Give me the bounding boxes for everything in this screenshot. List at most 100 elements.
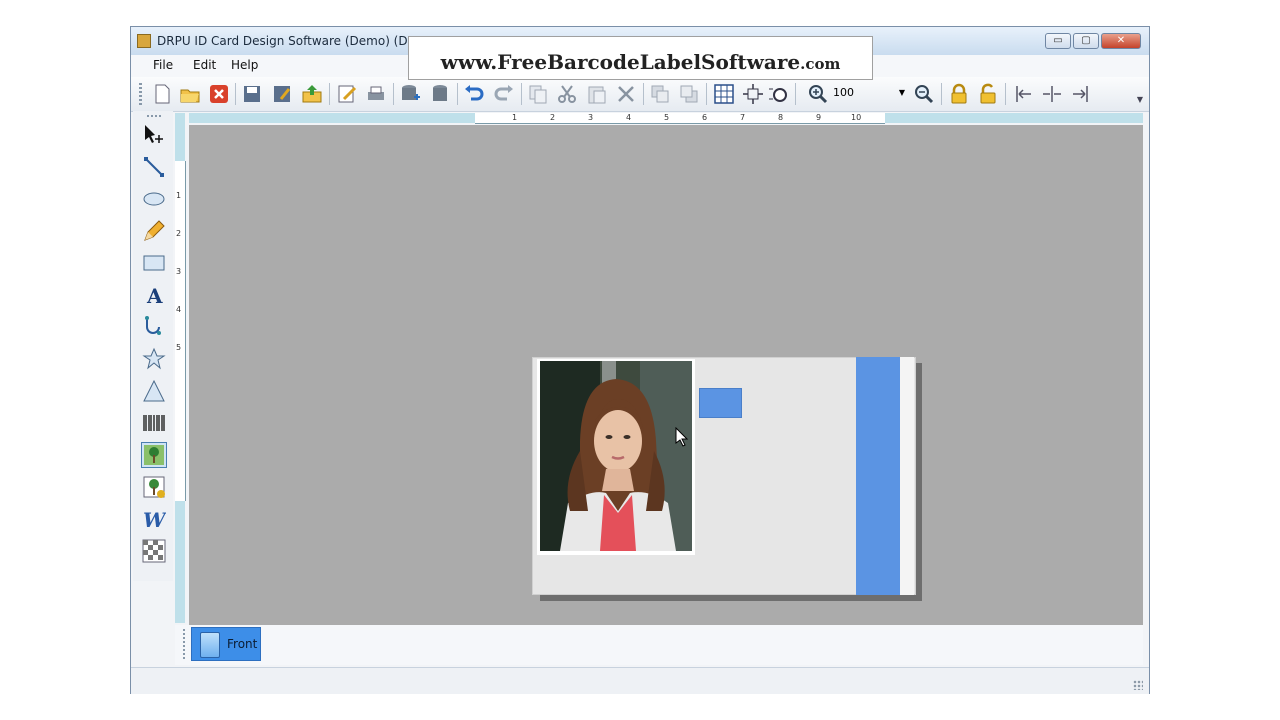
toolbar-separator bbox=[393, 83, 394, 105]
zoom-out-icon[interactable] bbox=[913, 83, 935, 105]
barcode-tool-icon[interactable] bbox=[142, 411, 166, 435]
page-tab-bar: Front bbox=[175, 625, 1143, 665]
text-tool-icon[interactable]: A bbox=[142, 283, 166, 307]
h-tick-7: 7 bbox=[740, 113, 746, 122]
toolbar-separator bbox=[795, 83, 796, 105]
menu-file[interactable]: File bbox=[153, 58, 173, 72]
svg-text:A: A bbox=[146, 284, 163, 307]
v-tick-4: 4 bbox=[176, 305, 182, 314]
database-icon[interactable] bbox=[429, 83, 451, 105]
print-icon[interactable] bbox=[365, 83, 387, 105]
banner-main-text: www.FreeBarcodeLabelSoftware bbox=[440, 50, 801, 74]
watermark-banner: www.FreeBarcodeLabelSoftware.com bbox=[408, 36, 873, 80]
pointer-tool-icon[interactable] bbox=[142, 123, 166, 147]
design-canvas[interactable] bbox=[189, 125, 1143, 625]
paste-icon[interactable] bbox=[586, 83, 608, 105]
zoom-value: 100 bbox=[833, 86, 854, 99]
save-icon[interactable] bbox=[241, 83, 263, 105]
picture-tool-icon[interactable] bbox=[141, 442, 167, 468]
h-tick-2: 2 bbox=[550, 113, 556, 122]
unlock-icon[interactable] bbox=[977, 83, 999, 105]
toolbar-separator bbox=[706, 83, 707, 105]
menu-edit[interactable]: Edit bbox=[193, 58, 216, 72]
database-add-icon[interactable] bbox=[399, 83, 421, 105]
pencil-tool-icon[interactable] bbox=[142, 219, 166, 243]
h-tick-1: 1 bbox=[512, 113, 518, 122]
horizontal-ruler-scale: 1 2 3 4 5 6 7 8 9 10 bbox=[475, 113, 885, 124]
save-as-icon[interactable] bbox=[271, 83, 293, 105]
main-toolbar: 100 ▼ ▼ bbox=[131, 77, 1149, 112]
arc-tool-icon[interactable] bbox=[142, 315, 166, 339]
card-page-icon bbox=[200, 632, 220, 658]
blue-rectangle-shape[interactable] bbox=[699, 388, 742, 418]
fit-icon[interactable] bbox=[742, 83, 764, 105]
v-tick-5: 5 bbox=[176, 343, 182, 352]
toolbar-separator bbox=[941, 83, 942, 105]
maximize-button[interactable]: ▢ bbox=[1073, 33, 1099, 49]
v-tick-1: 1 bbox=[176, 191, 182, 200]
cut-icon[interactable] bbox=[556, 83, 578, 105]
grid-icon[interactable] bbox=[713, 83, 735, 105]
tab-front[interactable]: Front bbox=[191, 627, 261, 661]
card-photo[interactable] bbox=[540, 361, 692, 551]
toolbar-separator bbox=[457, 83, 458, 105]
toolbar-separator bbox=[1005, 83, 1006, 105]
card-edge-strip bbox=[900, 357, 914, 595]
rectangle-tool-icon[interactable] bbox=[142, 251, 166, 275]
watermark-tool-icon[interactable] bbox=[142, 539, 166, 563]
zoom-in-icon[interactable] bbox=[807, 83, 829, 105]
close-doc-icon[interactable] bbox=[208, 83, 230, 105]
app-icon bbox=[137, 34, 151, 48]
redo-icon[interactable] bbox=[493, 83, 515, 105]
blue-bar-shape[interactable] bbox=[856, 357, 900, 595]
new-icon[interactable] bbox=[151, 83, 173, 105]
close-button[interactable]: ✕ bbox=[1101, 33, 1141, 49]
export-icon[interactable] bbox=[301, 83, 323, 105]
h-tick-3: 3 bbox=[588, 113, 594, 122]
undo-icon[interactable] bbox=[463, 83, 485, 105]
zoom-fit-icon[interactable] bbox=[768, 83, 790, 105]
toolbar-grip[interactable] bbox=[139, 83, 142, 105]
align-center-icon[interactable] bbox=[1041, 83, 1063, 105]
minimize-button[interactable]: ▭ bbox=[1045, 33, 1071, 49]
star-tool-icon[interactable] bbox=[142, 347, 166, 371]
align-left-icon[interactable] bbox=[1013, 83, 1035, 105]
tools-grip[interactable] bbox=[147, 115, 163, 117]
window-title: DRPU ID Card Design Software (Demo) (Doc… bbox=[157, 34, 441, 48]
edit-icon[interactable] bbox=[336, 83, 358, 105]
toolbar-separator bbox=[235, 83, 236, 105]
toolbar-separator bbox=[329, 83, 330, 105]
mouse-cursor-icon bbox=[675, 427, 689, 447]
word-art-tool-icon[interactable]: W bbox=[142, 507, 166, 531]
lock-icon[interactable] bbox=[948, 83, 970, 105]
toolbar-overflow-icon[interactable]: ▼ bbox=[1137, 95, 1143, 104]
app-window: DRPU ID Card Design Software (Demo) (Doc… bbox=[130, 26, 1150, 694]
h-tick-6: 6 bbox=[702, 113, 708, 122]
line-tool-icon[interactable] bbox=[142, 155, 166, 179]
open-icon[interactable] bbox=[179, 83, 201, 105]
resize-grip-icon[interactable] bbox=[1133, 680, 1143, 690]
triangle-tool-icon[interactable] bbox=[142, 379, 166, 403]
menu-help[interactable]: Help bbox=[231, 58, 258, 72]
toolbar-separator bbox=[643, 83, 644, 105]
ellipse-tool-icon[interactable] bbox=[142, 187, 166, 211]
status-bar bbox=[131, 667, 1149, 694]
toolbar-separator bbox=[521, 83, 522, 105]
h-tick-10: 10 bbox=[851, 113, 862, 122]
h-tick-5: 5 bbox=[664, 113, 670, 122]
drawing-tools: A W bbox=[133, 111, 173, 581]
tab-front-label: Front bbox=[227, 637, 258, 651]
zoom-select[interactable]: 100 ▼ bbox=[833, 84, 907, 102]
chevron-down-icon[interactable]: ▼ bbox=[899, 84, 905, 102]
image-library-tool-icon[interactable] bbox=[142, 475, 166, 499]
copy-icon[interactable] bbox=[527, 83, 549, 105]
send-back-icon[interactable] bbox=[678, 83, 700, 105]
align-right-icon[interactable] bbox=[1069, 83, 1091, 105]
delete-icon[interactable] bbox=[615, 83, 637, 105]
tab-grip[interactable] bbox=[183, 629, 185, 659]
bring-front-icon[interactable] bbox=[649, 83, 671, 105]
svg-text:W: W bbox=[143, 508, 166, 531]
v-tick-2: 2 bbox=[176, 229, 182, 238]
v-tick-3: 3 bbox=[176, 267, 182, 276]
banner-suffix-text: .com bbox=[800, 55, 841, 73]
